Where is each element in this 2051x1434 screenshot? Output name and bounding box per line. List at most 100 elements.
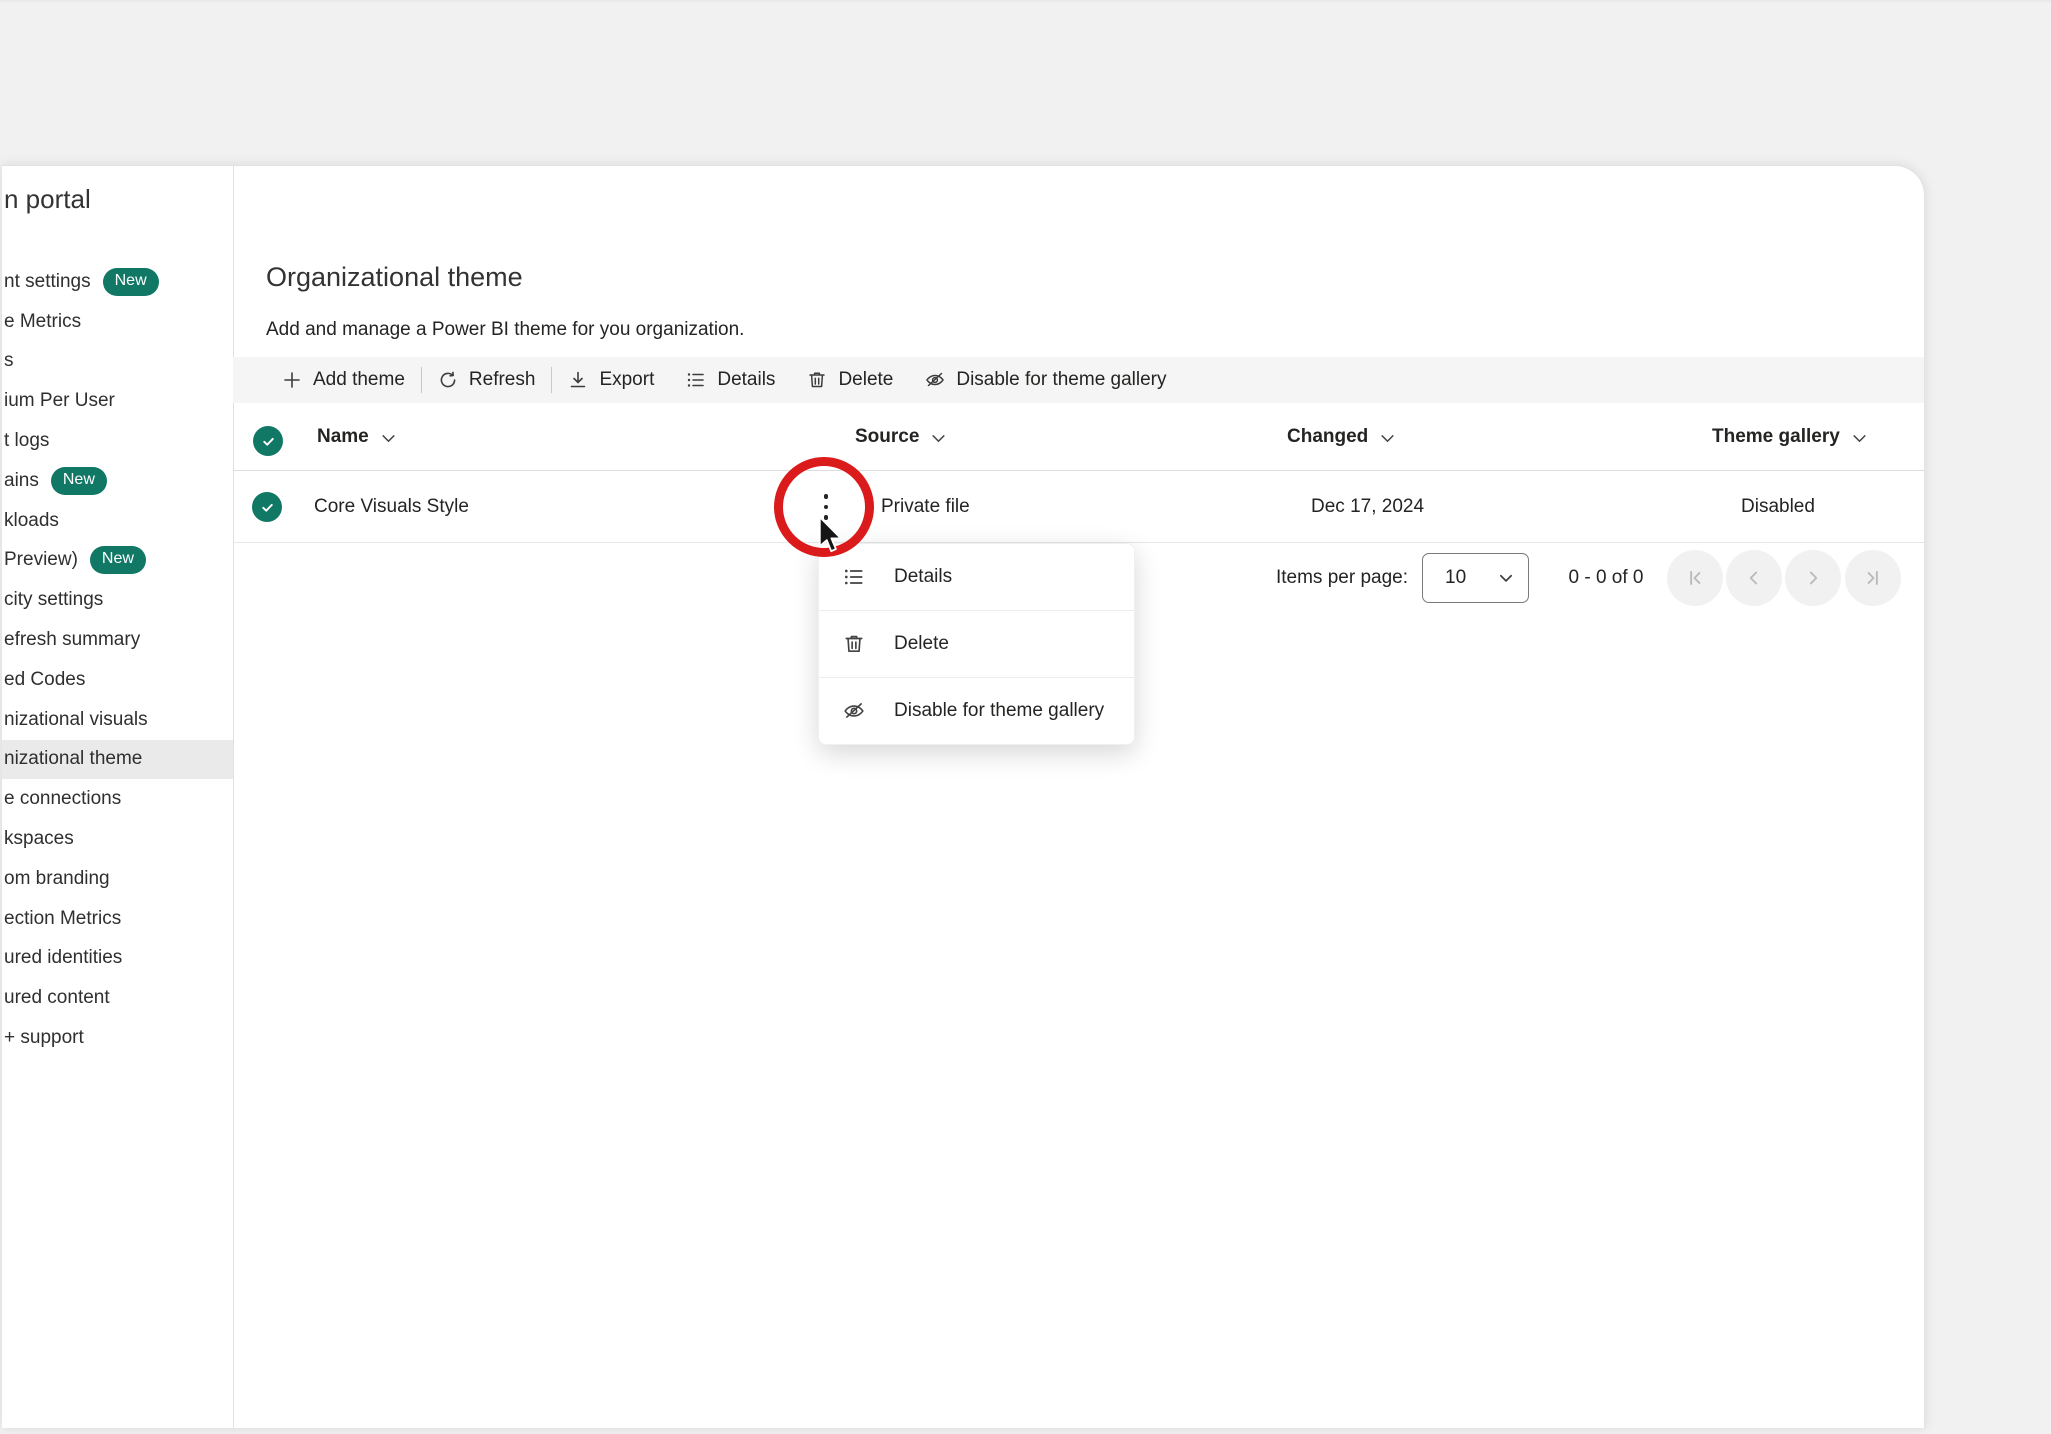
first-page-button[interactable] <box>1667 550 1723 606</box>
sidebar-item-refresh-summary[interactable]: efresh summary <box>2 620 233 660</box>
chevron-right-icon <box>1802 567 1824 589</box>
sidebar-item-workloads[interactable]: kloads <box>2 501 233 541</box>
sidebar-item-label: s <box>4 350 14 372</box>
sidebar-item-label: kloads <box>4 510 59 532</box>
delete-label: Delete <box>838 369 893 391</box>
sidebar-item-label: ection Metrics <box>4 908 121 930</box>
sidebar-item-label: nt settings <box>4 271 91 293</box>
column-header-changed[interactable]: Changed <box>1287 403 1395 470</box>
delete-button[interactable]: Delete <box>807 369 893 391</box>
add-theme-button[interactable]: Add theme <box>282 369 405 391</box>
screenshot-stage: n portal nt settings New e Metrics s ium… <box>0 0 2051 1434</box>
trash-icon <box>807 370 827 390</box>
sidebar-item-capacity-settings[interactable]: city settings <box>2 580 233 620</box>
sidebar-item-label: city settings <box>4 589 103 611</box>
eye-off-icon <box>843 700 865 722</box>
row-cell-theme-gallery: Disabled <box>1741 471 1815 542</box>
row-more-options-button[interactable] <box>808 483 844 531</box>
menu-item-label: Details <box>894 566 952 588</box>
sidebar-item-label: Preview) <box>4 549 78 571</box>
eye-off-icon <box>925 370 945 390</box>
sidebar-item-label: ains <box>4 470 39 492</box>
export-label: Export <box>599 369 654 391</box>
page-size-value: 10 <box>1445 567 1466 589</box>
sidebar-item-azure-connections[interactable]: e connections <box>2 779 233 819</box>
select-all-checkbox[interactable] <box>253 426 283 456</box>
sidebar-item-users[interactable]: s <box>2 342 233 382</box>
next-page-button[interactable] <box>1785 550 1841 606</box>
sidebar-item-label: e connections <box>4 788 121 810</box>
row-cell-source: Private file <box>881 471 970 542</box>
plus-icon <box>282 370 302 390</box>
sidebar-item-featured-content[interactable]: ured content <box>2 978 233 1018</box>
sidebar-item-preview[interactable]: Preview) New <box>2 541 233 581</box>
toolbar: Add theme Refresh Export <box>233 357 1924 403</box>
check-icon <box>259 499 276 516</box>
list-icon <box>686 370 706 390</box>
sidebar-item-label: nizational theme <box>4 748 142 770</box>
sidebar-item-label: e Metrics <box>4 311 81 333</box>
new-badge: New <box>51 467 107 495</box>
export-button[interactable]: Export <box>568 369 654 391</box>
previous-page-button[interactable] <box>1726 550 1782 606</box>
disable-theme-gallery-button[interactable]: Disable for theme gallery <box>925 369 1166 391</box>
sidebar-item-audit-logs[interactable]: t logs <box>2 421 233 461</box>
sidebar-item-label: ium Per User <box>4 390 115 412</box>
context-menu-item-details[interactable]: Details <box>819 544 1134 611</box>
sidebar-item-domains[interactable]: ains New <box>2 461 233 501</box>
refresh-label: Refresh <box>469 369 536 391</box>
chevron-down-icon <box>1380 431 1395 446</box>
sidebar-item-label: ured content <box>4 987 110 1009</box>
sidebar-item-embed-codes[interactable]: ed Codes <box>2 660 233 700</box>
refresh-button[interactable]: Refresh <box>438 369 536 391</box>
list-icon <box>843 566 865 588</box>
pagination-range: 0 - 0 of 0 <box>1546 567 1666 589</box>
sidebar-item-label: ed Codes <box>4 669 85 691</box>
last-page-button[interactable] <box>1845 550 1901 606</box>
sidebar-item-label: kspaces <box>4 828 74 850</box>
details-label: Details <box>717 369 775 391</box>
sidebar-item-custom-branding[interactable]: om branding <box>2 859 233 899</box>
page-size-select[interactable]: 10 <box>1422 553 1529 603</box>
column-label: Changed <box>1287 426 1368 448</box>
sidebar-item-label: om branding <box>4 868 110 890</box>
menu-item-label: Delete <box>894 633 949 655</box>
sidebar-item-help-support[interactable]: + support <box>2 1018 233 1058</box>
column-header-source[interactable]: Source <box>855 403 946 470</box>
sidebar-item-label: + support <box>4 1027 84 1049</box>
sidebar-item-organizational-theme[interactable]: nizational theme <box>2 740 233 780</box>
sidebar-item-organizational-visuals[interactable]: nizational visuals <box>2 700 233 740</box>
column-label: Source <box>855 426 919 448</box>
menu-item-label: Disable for theme gallery <box>894 700 1104 722</box>
sidebar-item-workspaces[interactable]: kspaces <box>2 819 233 859</box>
check-icon <box>260 433 277 450</box>
column-header-name[interactable]: Name <box>317 403 396 470</box>
column-header-theme-gallery[interactable]: Theme gallery <box>1712 403 1867 470</box>
row-checkbox[interactable] <box>252 492 282 522</box>
column-label: Theme gallery <box>1712 426 1840 448</box>
sidebar-item-usage-metrics[interactable]: e Metrics <box>2 302 233 342</box>
sidebar-item-label: nizational visuals <box>4 709 148 731</box>
first-page-icon <box>1684 567 1706 589</box>
disable-theme-gallery-label: Disable for theme gallery <box>956 369 1166 391</box>
row-context-menu: Details Delete Disable for theme gallery <box>818 543 1135 745</box>
sidebar-item-tenant-settings[interactable]: nt settings New <box>2 262 233 302</box>
chevron-left-icon <box>1743 567 1765 589</box>
sidebar-item-protection-metrics[interactable]: ection Metrics <box>2 899 233 939</box>
context-menu-item-delete[interactable]: Delete <box>819 611 1134 678</box>
download-icon <box>568 370 588 390</box>
add-theme-label: Add theme <box>313 369 405 391</box>
admin-portal-window: n portal nt settings New e Metrics s ium… <box>2 165 1925 1428</box>
sidebar-item-label: ured identities <box>4 947 122 969</box>
sidebar: n portal nt settings New e Metrics s ium… <box>2 166 234 1428</box>
context-menu-item-disable-theme-gallery[interactable]: Disable for theme gallery <box>819 678 1134 744</box>
toolbar-divider <box>421 367 422 393</box>
chevron-down-icon <box>381 431 396 446</box>
sidebar-item-premium-per-user[interactable]: ium Per User <box>2 381 233 421</box>
header-divider <box>233 470 1924 471</box>
new-badge: New <box>103 268 159 296</box>
sidebar-title: n portal <box>4 184 91 215</box>
sidebar-item-identities[interactable]: ured identities <box>2 939 233 979</box>
column-label: Name <box>317 426 369 448</box>
details-button[interactable]: Details <box>686 369 775 391</box>
